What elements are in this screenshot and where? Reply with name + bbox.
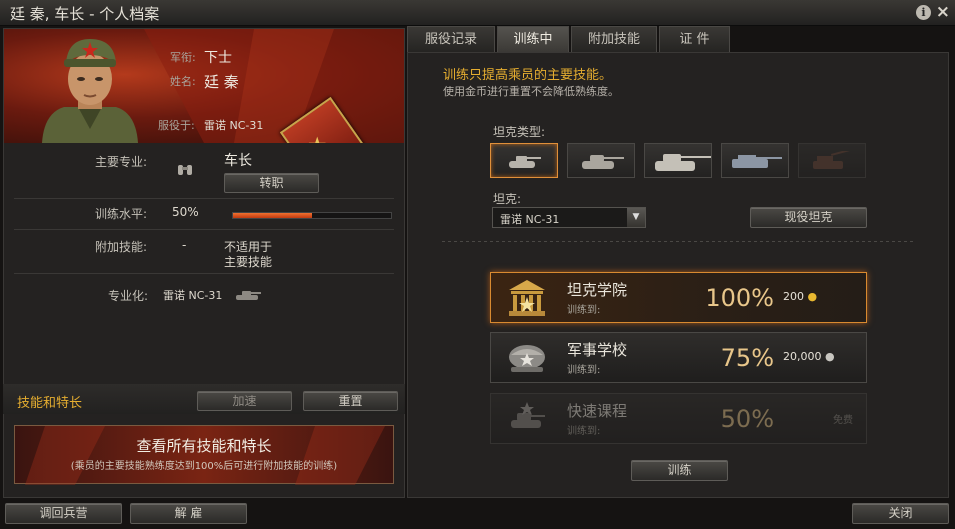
course-quick-course[interactable]: 快速课程 训练到: 50% 免费: [490, 393, 867, 444]
divider: [14, 229, 394, 230]
tab-extra-skills[interactable]: 附加技能: [571, 26, 657, 52]
light-tank-icon: [509, 156, 541, 168]
tank-select-value: 雷诺 NC-31: [500, 213, 560, 226]
divider: [14, 198, 394, 199]
served-label: 服役于:: [158, 119, 195, 132]
window-title: 廷 秦, 车长 - 个人档案: [10, 5, 160, 23]
divider: [14, 273, 394, 274]
training-progress-bar: [232, 212, 392, 219]
binoculars-icon: [178, 165, 192, 175]
course-subtitle: 训练到:: [567, 365, 601, 376]
training-progress-fill: [233, 213, 312, 218]
course-subtitle: 训练到:: [567, 305, 601, 316]
close-button[interactable]: 关闭: [852, 503, 949, 524]
academy-icon: [509, 280, 545, 316]
training-info-subtitle: 使用金币进行重置不会降低熟练度。: [443, 85, 619, 98]
tank-label: 坦克:: [493, 192, 522, 206]
extra-skills-note-line2: 主要技能: [224, 255, 273, 269]
crew-portrait: [42, 39, 138, 143]
course-percent: 75%: [720, 344, 774, 372]
spg-icon: [813, 151, 851, 169]
close-icon[interactable]: ×: [936, 3, 950, 21]
course-cost: 20,000 ●: [783, 350, 835, 363]
specialty-label: 主要专业:: [95, 155, 148, 169]
tank-destroyer-type-button[interactable]: [721, 143, 789, 178]
medium-tank-icon: [582, 155, 624, 169]
course-name: 坦克学院: [567, 281, 628, 299]
rank-value: 下士: [204, 50, 232, 66]
spg-type-button[interactable]: [798, 143, 866, 178]
view-all-skills-title: 查看所有技能和特长: [136, 437, 272, 455]
training-level-value: 50%: [172, 205, 199, 219]
dismiss-button[interactable]: 解 雇: [130, 503, 247, 524]
tab-service-record[interactable]: 服役记录: [407, 26, 495, 52]
tank-icon: [236, 291, 261, 300]
course-cost-free: 免费: [833, 415, 853, 426]
course-military-school[interactable]: 军事学校 训练到: 75% 20,000 ●: [490, 332, 867, 383]
title-bar: 廷 秦, 车长 - 个人档案 i ×: [0, 0, 955, 26]
train-button[interactable]: 训练: [631, 460, 728, 481]
course-name: 快速课程: [567, 402, 628, 420]
gold-icon: ●: [807, 290, 818, 303]
course-subtitle: 训练到:: [567, 426, 601, 437]
medium-tank-type-button[interactable]: [567, 143, 635, 178]
name-value: 廷 秦: [204, 73, 239, 91]
military-school-icon: [509, 345, 545, 372]
served-value: 雷诺 NC-31: [204, 119, 264, 132]
tank-destroyer-icon: [732, 155, 782, 168]
tank-select[interactable]: 雷诺 NC-31 ▼: [492, 207, 646, 228]
course-cost: 200 ●: [783, 290, 817, 303]
speedup-button[interactable]: 加速: [197, 391, 292, 411]
divider: [442, 241, 914, 242]
skills-title: 技能和特长: [17, 396, 83, 411]
name-label: 姓名:: [170, 75, 196, 88]
tab-training[interactable]: 训练中: [497, 26, 569, 52]
return-to-barracks-button[interactable]: 调回兵营: [5, 503, 122, 524]
course-cost-value: 20,000: [783, 350, 822, 363]
specialization-label: 专业化:: [108, 289, 149, 303]
tab-documents[interactable]: 证 件: [659, 26, 730, 52]
quick-course-icon: [511, 402, 545, 428]
training-level-label: 训练水平:: [95, 207, 148, 221]
course-name: 军事学校: [567, 341, 628, 359]
specialty-value: 车长: [224, 153, 252, 169]
chevron-down-icon: ▼: [627, 208, 645, 227]
course-cost-value: 200: [783, 290, 804, 303]
rank-label: 军衔:: [170, 51, 196, 64]
star-icon: ★: [307, 133, 327, 143]
course-percent: 50%: [720, 405, 774, 433]
info-icon[interactable]: i: [916, 5, 931, 20]
extra-skills-value: -: [182, 238, 187, 252]
silver-icon: ●: [825, 350, 835, 363]
heavy-tank-icon: [655, 154, 711, 171]
current-tank-button[interactable]: 现役坦克: [750, 207, 867, 228]
training-info-title: 训练只提高乘员的主要技能。: [443, 68, 613, 83]
course-tank-academy[interactable]: 坦克学院 训练到: 100% 200 ●: [490, 272, 867, 323]
specialization-value: 雷诺 NC-31: [163, 289, 223, 302]
retrain-button[interactable]: 转职: [224, 173, 319, 193]
course-percent: 100%: [705, 284, 774, 312]
view-all-skills-subtitle: (乘员的主要技能熟练度达到100%后可进行附加技能的训练): [70, 461, 338, 472]
reset-button[interactable]: 重置: [303, 391, 398, 411]
view-all-skills-button[interactable]: 查看所有技能和特长 (乘员的主要技能熟练度达到100%后可进行附加技能的训练): [14, 425, 394, 485]
heavy-tank-type-button[interactable]: [644, 143, 712, 178]
extra-skills-label: 附加技能:: [95, 240, 148, 254]
tank-type-label: 坦克类型:: [493, 125, 546, 139]
light-tank-type-button[interactable]: [490, 143, 558, 178]
